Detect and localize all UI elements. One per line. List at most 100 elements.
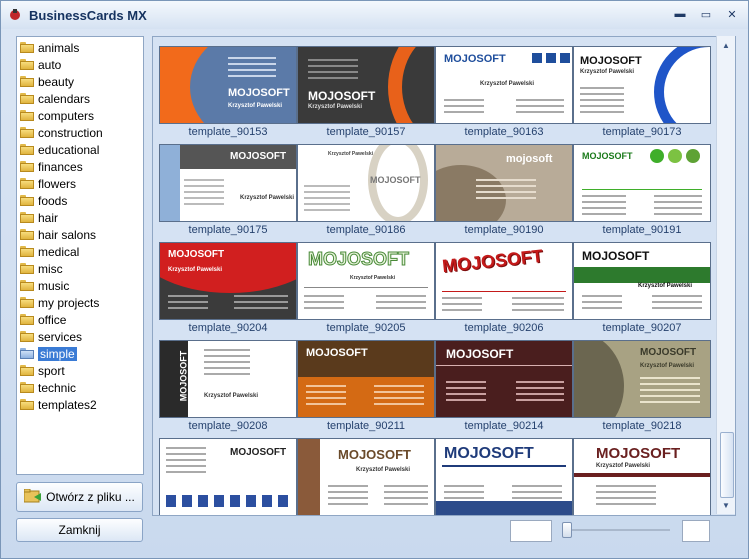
sidebar-item-label: finances: [38, 159, 83, 174]
sidebar-item-auto[interactable]: auto: [17, 56, 143, 73]
template-thumbnail[interactable]: MOJOSOFT: [297, 340, 435, 418]
template-tile[interactable]: MOJOSOFT Krzysztof Pawelski template_90163: [435, 46, 573, 138]
sidebar-item-medical[interactable]: medical: [17, 243, 143, 260]
close-icon[interactable]: ✕: [724, 7, 740, 21]
template-name: template_90190: [464, 224, 544, 236]
sidebar-item-services[interactable]: services: [17, 328, 143, 345]
zoom-slider-knob[interactable]: [562, 522, 572, 538]
template-name: template_90173: [602, 126, 682, 138]
sidebar-item-technic[interactable]: technic: [17, 379, 143, 396]
template-tile[interactable]: MOJOSOFT: [435, 438, 573, 515]
folder-icon: [20, 42, 34, 53]
template-tile[interactable]: MOJOSOFT Krzysztof Pawelski: [573, 438, 711, 515]
close-button[interactable]: Zamknij: [16, 518, 143, 542]
template-tile[interactable]: MOJOSOFT Krzysztof Pawelski template_90157: [297, 46, 435, 138]
sidebar-item-label: medical: [38, 244, 80, 259]
template-name: template_90211: [326, 420, 406, 432]
template-thumbnail[interactable]: MOJOSOFT Krzysztof Pawelski: [297, 242, 435, 320]
open-from-file-label: Otwórz z pliku ...: [46, 490, 135, 504]
folder-icon: [20, 399, 34, 410]
scroll-down-icon[interactable]: ▼: [719, 498, 733, 512]
template-thumbnail[interactable]: MOJOSOFT Krzysztof Pawelski: [159, 242, 297, 320]
sidebar-item-foods[interactable]: foods: [17, 192, 143, 209]
sidebar-item-flowers[interactable]: flowers: [17, 175, 143, 192]
template-tile[interactable]: MOJOSOFT template_90191: [573, 144, 711, 236]
template-thumbnail[interactable]: MOJOSOFT: [435, 438, 573, 515]
template-tile[interactable]: MOJOSOFT Krzysztof Pawelski template_90186: [297, 144, 435, 236]
template-thumbnail[interactable]: MOJOSOFT Krzysztof Pawelski: [573, 340, 711, 418]
sidebar-item-simple[interactable]: simple: [17, 345, 143, 362]
folder-icon: [20, 246, 34, 257]
template-tile[interactable]: MOJOSOFT Krzysztof Pawelski template_90205: [297, 242, 435, 334]
category-list: animals auto beauty calendars computers const…: [16, 36, 144, 475]
template-thumbnail[interactable]: MOJOSOFT Krzysztof Pawelski: [573, 46, 711, 124]
template-thumbnail[interactable]: MOJOSOFT: [159, 438, 297, 515]
folder-icon: [20, 314, 34, 325]
template-thumbnail[interactable]: MOJOSOFT Krzysztof Pawelski: [297, 144, 435, 222]
template-thumbnail[interactable]: MOJOSOFT Krzysztof Pawelski: [573, 438, 711, 515]
close-button-label: Zamknij: [58, 523, 101, 537]
sidebar-item-hair[interactable]: hair: [17, 209, 143, 226]
template-name: template_90157: [326, 126, 406, 138]
template-tile[interactable]: MOJOSOFT: [159, 438, 297, 515]
template-tile[interactable]: MOJOSOFT template_90214: [435, 340, 573, 432]
template-tile[interactable]: MOJOSOFT Krzysztof Pawelski template_90208: [159, 340, 297, 432]
template-name: template_90205: [326, 322, 406, 334]
sidebar-item-templates2[interactable]: templates2: [17, 396, 143, 413]
template-thumbnail[interactable]: MOJOSOFT Krzysztof Pawelski: [159, 340, 297, 418]
template-thumbnail[interactable]: MOJOSOFT Krzysztof Pawelski: [159, 46, 297, 124]
folder-icon: [20, 59, 34, 70]
template-thumbnail[interactable]: MOJOSOFT Krzysztof Pawelski: [435, 46, 573, 124]
sidebar-item-animals[interactable]: animals: [17, 39, 143, 56]
folder-icon: [20, 297, 34, 308]
sidebar-item-label: office: [38, 312, 67, 327]
template-tile[interactable]: MOJOSOFT Krzysztof Pawelski template_90153: [159, 46, 297, 138]
sidebar-item-educational[interactable]: educational: [17, 141, 143, 158]
zoom-large-icon[interactable]: [682, 520, 710, 542]
template-tile[interactable]: MOJOSOFT template_90211: [297, 340, 435, 432]
sidebar-item-label: templates2: [38, 397, 97, 412]
template-thumbnail[interactable]: MOJOSOFT Krzysztof Pawelski: [297, 46, 435, 124]
zoom-slider-track[interactable]: [565, 529, 670, 531]
template-thumbnail[interactable]: MOJOSOFT: [573, 144, 711, 222]
sidebar-item-music[interactable]: music: [17, 277, 143, 294]
folder-icon: [20, 280, 34, 291]
gallery-scrollbar[interactable]: ▲ ▼: [716, 36, 735, 514]
template-tile[interactable]: MOJOSOFT Krzysztof Pawelski template_90204: [159, 242, 297, 334]
template-thumbnail[interactable]: MOJOSOFT Krzysztof Pawelski: [297, 438, 435, 515]
template-thumbnail[interactable]: MOJOSOFT Krzysztof Pawelski: [573, 242, 711, 320]
sidebar-item-hair-salons[interactable]: hair salons: [17, 226, 143, 243]
folder-icon: [20, 382, 34, 393]
template-thumbnail[interactable]: MOJOSOFT: [435, 340, 573, 418]
template-tile[interactable]: mojosoft template_90190: [435, 144, 573, 236]
sidebar-item-beauty[interactable]: beauty: [17, 73, 143, 90]
sidebar-item-office[interactable]: office: [17, 311, 143, 328]
template-tile[interactable]: MOJOSOFT Krzysztof Pawelski template_90218: [573, 340, 711, 432]
sidebar-item-label: simple: [38, 346, 77, 361]
template-tile[interactable]: MOJOSOFT Krzysztof Pawelski: [297, 438, 435, 515]
template-tile[interactable]: MOJOSOFT Krzysztof Pawelski template_90175: [159, 144, 297, 236]
zoom-small-icon[interactable]: [510, 520, 552, 542]
open-folder-icon: [23, 488, 42, 506]
template-tile[interactable]: MOJOSOFT Krzysztof Pawelski template_90173: [573, 46, 711, 138]
folder-icon: [20, 76, 34, 87]
scrollbar-thumb[interactable]: [720, 432, 734, 498]
template-name: template_90218: [602, 420, 682, 432]
sidebar-item-my-projects[interactable]: my projects: [17, 294, 143, 311]
template-thumbnail[interactable]: MOJOSOFT: [435, 242, 573, 320]
template-tile[interactable]: MOJOSOFT Krzysztof Pawelski template_90207: [573, 242, 711, 334]
maximize-icon[interactable]: ▭: [698, 7, 714, 21]
sidebar-item-construction[interactable]: construction: [17, 124, 143, 141]
sidebar-item-computers[interactable]: computers: [17, 107, 143, 124]
minimize-icon[interactable]: ▬: [672, 7, 688, 21]
scroll-up-icon[interactable]: ▲: [719, 38, 733, 52]
open-from-file-button[interactable]: Otwórz z pliku ...: [16, 482, 143, 512]
sidebar-item-finances[interactable]: finances: [17, 158, 143, 175]
template-thumbnail[interactable]: mojosoft: [435, 144, 573, 222]
sidebar-item-calendars[interactable]: calendars: [17, 90, 143, 107]
template-thumbnail[interactable]: MOJOSOFT Krzysztof Pawelski: [159, 144, 297, 222]
template-tile[interactable]: MOJOSOFT template_90206: [435, 242, 573, 334]
sidebar-item-sport[interactable]: sport: [17, 362, 143, 379]
sidebar-item-label: services: [38, 329, 83, 344]
sidebar-item-misc[interactable]: misc: [17, 260, 143, 277]
